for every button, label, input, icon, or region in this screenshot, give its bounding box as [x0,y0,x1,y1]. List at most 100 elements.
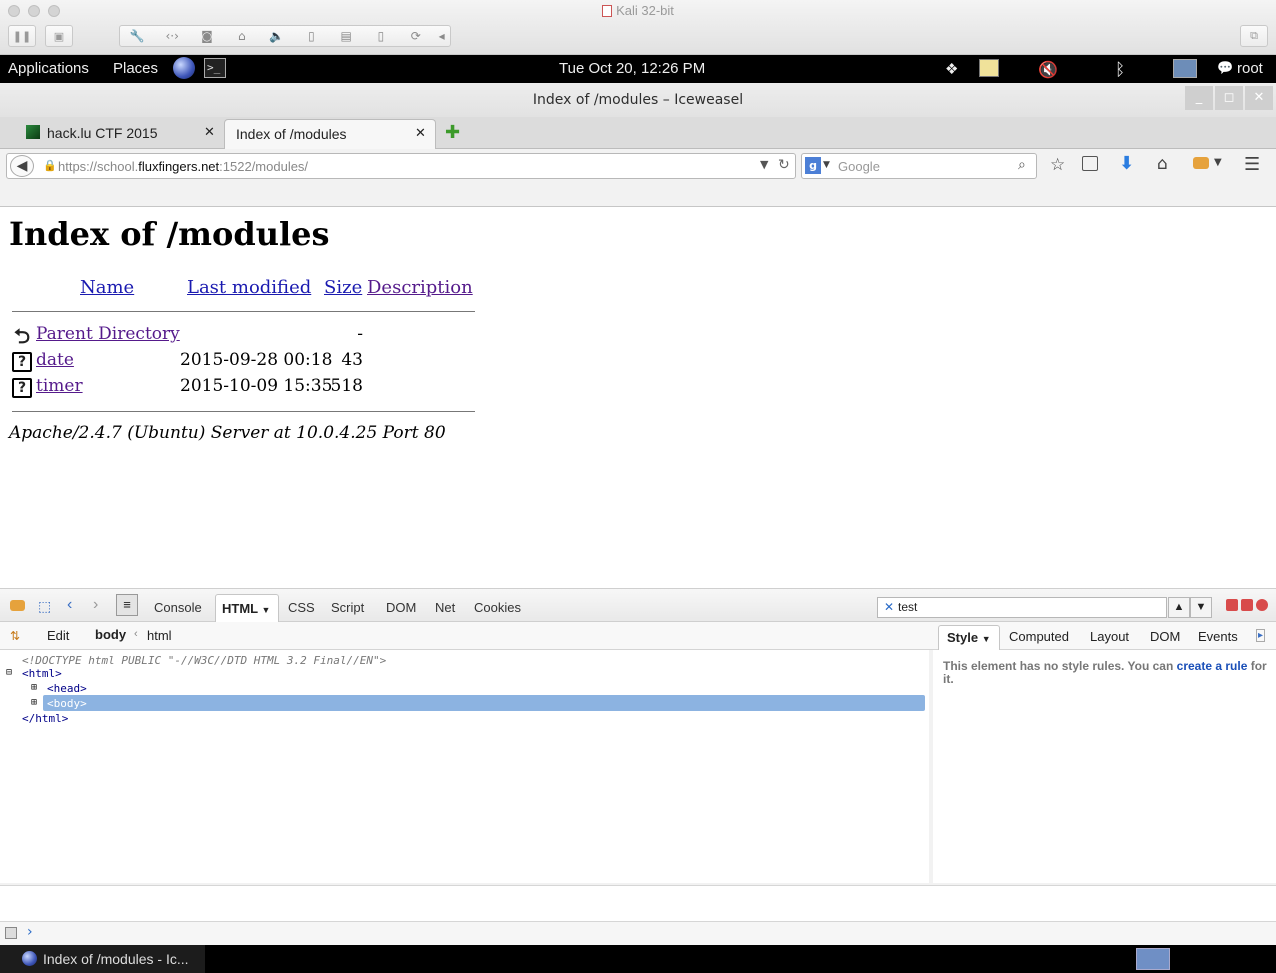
firebug-menu-icon[interactable] [10,600,25,611]
mouse2-icon[interactable]: ▯ [364,29,399,43]
terminal-icon[interactable]: >_ [204,58,226,78]
tab-net[interactable]: Net [435,600,455,615]
bluetooth-icon[interactable]: ᛒ [1115,60,1125,80]
fullscreen-button[interactable]: ⧉ [1240,25,1268,47]
network-icon[interactable] [1173,59,1197,78]
bookmark-star-icon[interactable]: ☆ [1050,155,1065,175]
detach-firebug-icon[interactable] [1241,599,1253,611]
command-editor-toggle-icon[interactable] [5,927,17,939]
tab-css[interactable]: CSS [288,600,315,615]
create-rule-link[interactable]: create a rule [1177,659,1248,673]
clear-search-icon[interactable]: ✕ [884,600,894,614]
google-engine-icon[interactable]: g [805,157,821,174]
disk-icon[interactable]: ◙ [190,29,225,43]
history-back-icon[interactable]: ‹ [67,596,72,614]
command-line[interactable]: › [0,921,1276,946]
command-editor-icon[interactable]: ≡ [116,594,138,616]
back-icon[interactable]: ◀ [10,155,34,177]
side-tab-dom[interactable]: DOM [1150,629,1180,644]
engine-dropdown-icon[interactable]: ▼ [823,160,830,170]
tab-hacklu[interactable]: hack.lu CTF 2015 ✕ [16,119,222,149]
refresh-icon[interactable]: ⟳ [398,29,433,43]
volume-muted-icon[interactable]: 🔇 [1038,60,1058,80]
lock-icon: 🔒 [43,159,57,172]
html-close-node: </html> [22,712,69,725]
maximize-button[interactable]: ◻ [1215,86,1243,110]
side-tab-layout[interactable]: Layout [1090,629,1129,644]
new-tab-icon[interactable]: ✚ [445,122,460,143]
taskbar-window-button[interactable]: Index of /modules - Ic... [0,945,205,973]
menu-icon[interactable]: ☰ [1244,154,1260,175]
gnome-panel: Applications Places >_ Tue Oct 20, 12:26… [0,55,1276,83]
close-tab-icon[interactable]: ✕ [204,124,215,140]
user-menu[interactable]: root [1237,60,1263,77]
firebug-dropdown-icon[interactable]: ▼ [1214,157,1222,168]
close-button[interactable]: ✕ [1245,86,1273,110]
sort-by-size-link[interactable]: Size [324,277,362,298]
side-tab-computed[interactable]: Computed [1009,629,1069,644]
tab-html[interactable]: HTML ▼ [215,594,279,622]
more-tabs-icon[interactable]: ▸ [1256,629,1266,642]
tab-dom[interactable]: DOM [386,600,416,615]
tab-console[interactable]: Console [154,600,202,615]
search-next-icon[interactable]: ▼ [1190,597,1212,618]
side-tab-events[interactable]: Events [1198,629,1238,644]
dropdown-icon: ▼ [261,605,271,615]
pause-button[interactable]: ❚❚ [8,25,36,47]
search-previous-icon[interactable]: ▲ [1168,597,1190,618]
dropbox-icon[interactable]: ❖ [945,60,958,78]
break-on-mutate-icon[interactable]: ⇅ [10,629,20,643]
sort-by-description-link[interactable]: Description [367,277,473,298]
minimize-button[interactable]: _ [1185,86,1213,110]
arrow-icon[interactable]: ◂ [433,29,450,43]
tab-cookies[interactable]: Cookies [474,600,521,615]
reload-icon[interactable]: ↻ [778,157,790,173]
workspace-switcher[interactable] [1136,948,1170,970]
navigation-bar: ◀ 🔒 https://school.fluxfingers.net:1522/… [0,149,1276,207]
browser-launcher-icon[interactable] [173,57,195,79]
sort-by-modified-link[interactable]: Last modified [187,277,311,298]
minimize-firebug-icon[interactable] [1226,599,1238,611]
snapshot-button[interactable]: ▣ [45,25,73,47]
tab-label: hack.lu CTF 2015 [47,125,158,141]
firebug-icon[interactable] [1193,157,1209,169]
lock-icon[interactable]: ⌂ [224,29,259,43]
url-text[interactable]: https://school.fluxfingers.net:1522/modu… [58,159,308,174]
tab-script[interactable]: Script [331,600,364,615]
speaker-icon[interactable]: 🔈 [259,29,294,43]
history-forward-icon[interactable]: › [93,596,98,614]
expand-icon[interactable]: ⊞ [31,682,37,693]
expand-icon[interactable]: ⊞ [31,697,37,708]
history-dropdown-icon[interactable]: ▼ [760,158,768,171]
home-icon[interactable]: ⌂ [1157,154,1168,174]
iceweasel-icon [22,951,37,966]
search-icon[interactable]: ⌕ [1018,157,1026,173]
breadcrumb-html[interactable]: html [147,628,172,643]
code-icon[interactable]: ‹·› [155,29,190,43]
head-node[interactable]: <head> [47,682,87,695]
close-firebug-icon[interactable] [1256,599,1268,611]
search-bar[interactable]: g ▼ Google ⌕ [801,153,1037,179]
sort-by-name-link[interactable]: Name [80,277,134,298]
download-icon[interactable]: ⬇ [1119,153,1134,174]
places-menu[interactable]: Places [113,60,158,77]
applications-menu[interactable]: Applications [8,60,89,77]
firebug-search-input[interactable]: ✕ test [877,597,1167,618]
html-node[interactable]: <html> [22,667,62,680]
notifications-icon[interactable] [979,59,999,77]
usb-icon[interactable]: ▤ [329,29,364,43]
breadcrumb-body[interactable]: body [95,627,126,642]
edit-button[interactable]: Edit [47,628,69,643]
settings-icon[interactable]: 🔧 [120,29,155,43]
close-tab-icon[interactable]: ✕ [415,125,426,141]
tab-index-modules[interactable]: Index of /modules ✕ [224,119,436,149]
mouse-icon[interactable]: ▯ [294,29,329,43]
reading-list-icon[interactable] [1082,156,1098,171]
url-bar[interactable]: ◀ 🔒 https://school.fluxfingers.net:1522/… [6,153,796,179]
side-tab-style[interactable]: Style ▼ [938,625,1000,650]
clock[interactable]: Tue Oct 20, 12:26 PM [559,60,705,77]
body-node[interactable]: <body> [47,697,87,710]
inspect-icon[interactable]: ⬚ [38,598,51,615]
collapse-icon[interactable]: ⊟ [6,667,12,678]
taskbar-window-label: Index of /modules - Ic... [43,951,189,967]
